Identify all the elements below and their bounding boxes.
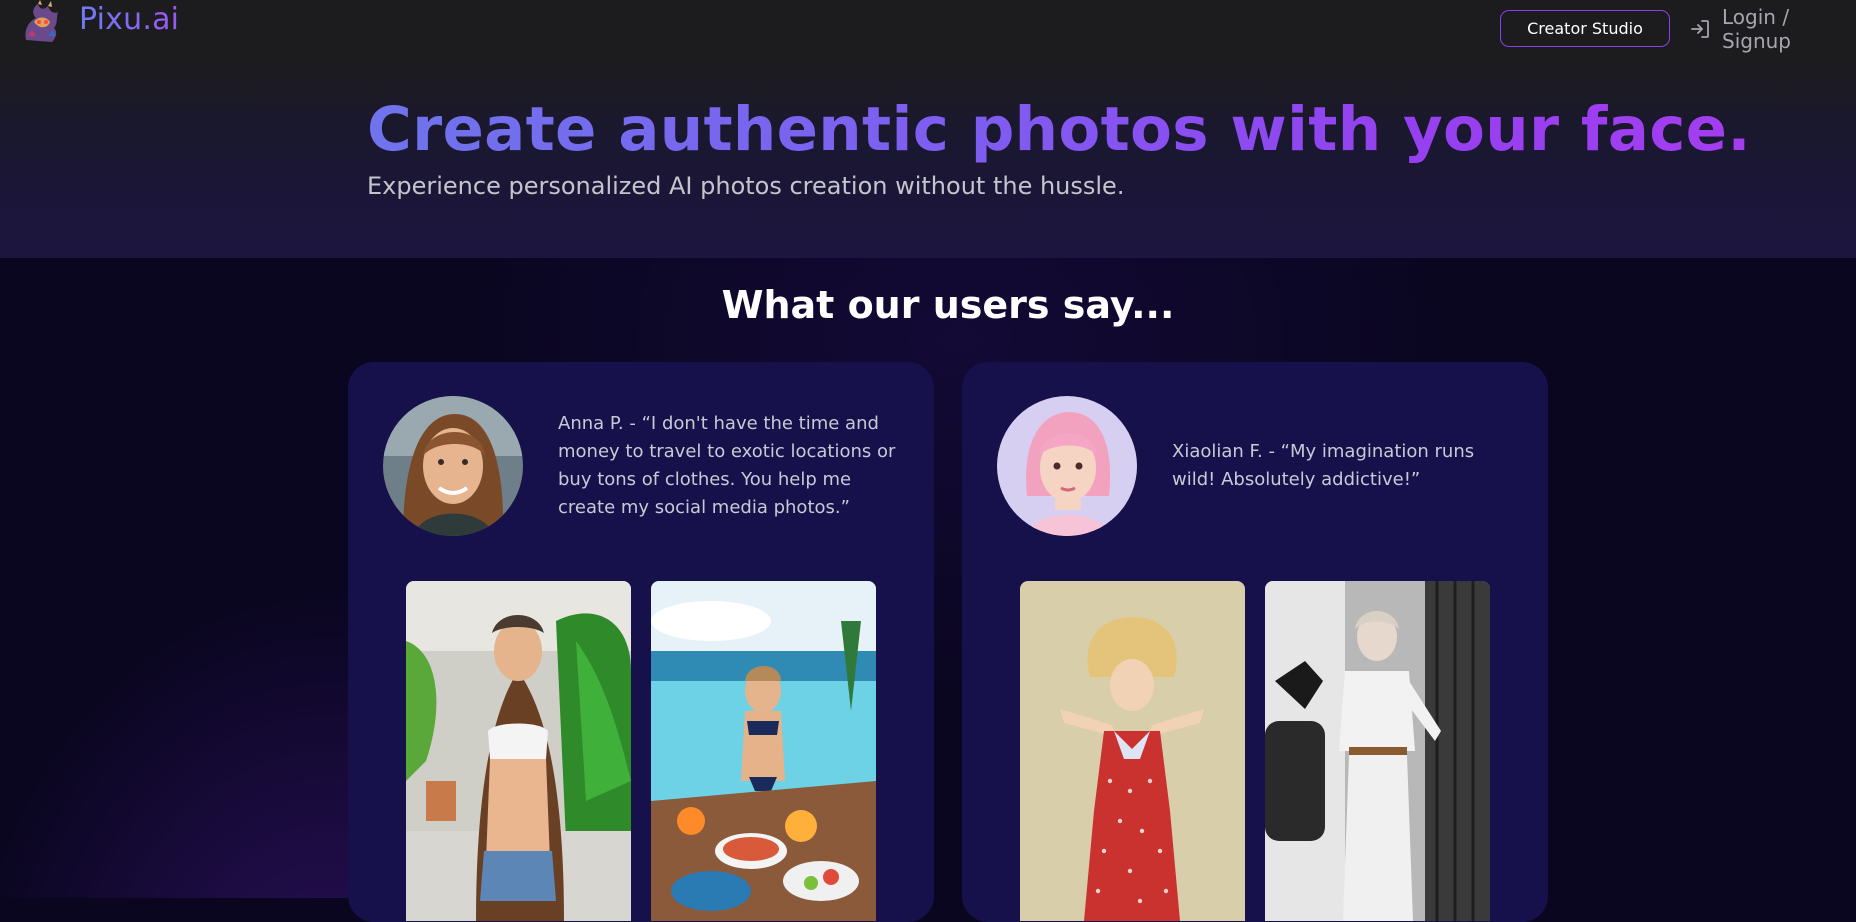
- retro-polka-dress-photo: [1020, 581, 1245, 921]
- hero-title: Create authentic photos with your face.: [367, 94, 1751, 165]
- tropical-selfie-photo: [406, 581, 631, 921]
- testimonial-card: Xiaolian F. - “My imagination runs wild!…: [962, 362, 1548, 922]
- hero-subtitle: Experience personalized AI photos creati…: [367, 172, 1125, 200]
- testimonial-quote: Anna P. - “I don't have the time and mon…: [558, 413, 896, 518]
- infinity-pool-photo: [651, 581, 876, 921]
- testimonials-heading: What our users say...: [721, 283, 1175, 327]
- dragon-logo-icon[interactable]: [18, 0, 64, 44]
- login-signup-label: Login / Signup: [1722, 5, 1791, 53]
- user-avatar-xiaolian: [997, 396, 1137, 536]
- brand-name[interactable]: Pixu.ai: [79, 2, 179, 37]
- user-avatar-anna: [383, 396, 523, 536]
- creator-studio-button[interactable]: Creator Studio: [1500, 10, 1670, 47]
- testimonial-card: Anna P. - “I don't have the time and mon…: [348, 362, 934, 922]
- testimonial-quote: Xiaolian F. - “My imagination runs wild!…: [1172, 441, 1475, 490]
- vintage-street-photo: [1265, 581, 1490, 921]
- login-signup-link[interactable]: Login / Signup: [1688, 5, 1856, 53]
- sign-in-icon: [1688, 17, 1712, 41]
